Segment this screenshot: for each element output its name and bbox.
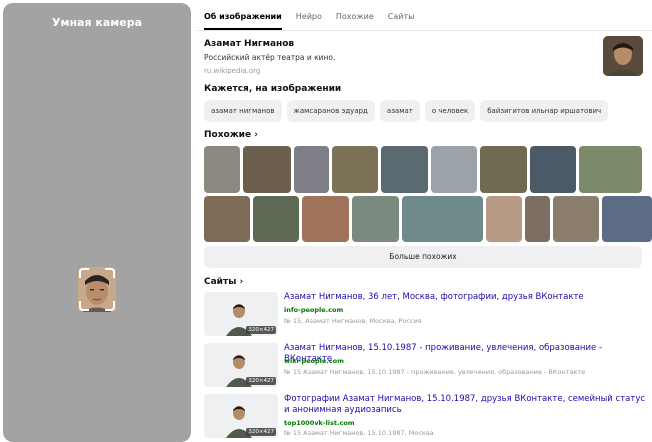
person-name[interactable]: Азамат Нигманов	[204, 39, 294, 49]
results-panel: Об изображении Нейро Похожие Сайты Азама…	[197, 0, 652, 442]
similar-image[interactable]	[352, 196, 399, 242]
site-title-link[interactable]: Фотографии Азамат Нигманов, 15.10.1987, …	[284, 394, 646, 416]
chip[interactable]: азамат	[379, 100, 420, 122]
site-domain[interactable]: top1000vk-list.com	[284, 419, 355, 427]
tab-bar: Об изображении Нейро Похожие Сайты	[204, 0, 414, 30]
app-root: Умная камера Об изображении Нейро Похожи…	[0, 0, 652, 442]
person-chips: азамат нигманов жамсаранов эдуард азамат…	[204, 100, 609, 122]
site-meta: № 15 Азамат Нигманов, 15.10.1987, Москва	[284, 429, 434, 437]
site-title-link[interactable]: Азамат Нигманов, 36 лет, Москва, фотогра…	[284, 292, 646, 303]
tab-neuro[interactable]: Нейро	[296, 0, 322, 30]
focus-corner-icon	[79, 268, 89, 278]
similar-image[interactable]	[525, 196, 550, 242]
similar-image[interactable]	[530, 146, 576, 193]
site-domain[interactable]: wiki-people.com	[284, 357, 344, 365]
person-source[interactable]: ru.wikipedia.org	[204, 67, 260, 75]
similar-image[interactable]	[253, 196, 299, 242]
image-dimensions: 320×427	[246, 326, 276, 334]
tab-divider	[197, 30, 652, 31]
site-thumbnail[interactable]: 320×427	[204, 343, 278, 387]
site-thumbnail[interactable]: 320×427	[204, 292, 278, 336]
sites-heading-label: Сайты	[204, 277, 237, 287]
chip[interactable]: жамсаранов эдуард	[286, 100, 375, 122]
similar-image[interactable]	[332, 146, 378, 193]
similar-image[interactable]	[431, 146, 477, 193]
focus-corner-icon	[79, 301, 89, 311]
image-dimensions: 320×427	[246, 428, 276, 436]
image-dimensions: 320×427	[246, 377, 276, 385]
more-similar-button[interactable]: Больше похожих	[204, 246, 642, 268]
sites-heading[interactable]: Сайты ›	[204, 277, 243, 287]
site-thumbnail[interactable]: 320×427	[204, 394, 278, 438]
similar-image[interactable]	[553, 196, 599, 242]
similar-grid-row	[204, 196, 652, 242]
site-meta: № 15, Азамат Нигманов, Москва, Россия	[284, 317, 422, 325]
camera-panel: Умная камера	[3, 3, 191, 442]
site-meta: № 15 Азамат Нигманов, 15.10.1987 - прожи…	[284, 368, 586, 376]
chip[interactable]: байзигитов ильнар иршатович	[480, 100, 609, 122]
chevron-right-icon: ›	[239, 277, 244, 287]
focus-corner-icon	[105, 301, 115, 311]
site-result[interactable]: 320×427 Азамат Нигманов, 15.10.1987 - пр…	[204, 343, 644, 389]
similar-grid-row	[204, 146, 642, 193]
camera-title: Умная камера	[51, 16, 143, 29]
chevron-right-icon: ›	[254, 130, 258, 140]
similar-heading[interactable]: Похожие ›	[204, 130, 258, 140]
similar-image[interactable]	[302, 196, 349, 242]
tab-about-image[interactable]: Об изображении	[204, 0, 282, 30]
site-domain[interactable]: info-people.com	[284, 306, 343, 314]
in-image-heading: Кажется, на изображении	[204, 84, 342, 94]
person-photo-image	[603, 36, 643, 76]
person-photo[interactable]	[603, 36, 643, 76]
focus-corner-icon	[105, 268, 115, 278]
similar-image[interactable]	[402, 196, 483, 242]
similar-heading-label: Похожие	[204, 130, 252, 140]
site-result[interactable]: 320×427 Азамат Нигманов, 36 лет, Москва,…	[204, 292, 644, 338]
similar-image[interactable]	[480, 146, 527, 193]
similar-image[interactable]	[602, 196, 652, 242]
similar-image[interactable]	[579, 146, 642, 193]
similar-image[interactable]	[204, 146, 240, 193]
similar-image[interactable]	[243, 146, 291, 193]
similar-image[interactable]	[381, 146, 428, 193]
site-result[interactable]: 320×427 Фотографии Азамат Нигманов, 15.1…	[204, 394, 646, 440]
camera-face-thumbnail[interactable]	[78, 267, 116, 312]
tab-sites[interactable]: Сайты	[388, 0, 415, 30]
similar-image[interactable]	[294, 146, 329, 193]
chip[interactable]: азамат нигманов	[204, 100, 282, 122]
person-description: Российский актёр театра и кино.	[204, 53, 336, 62]
chip[interactable]: о человек	[424, 100, 476, 122]
tab-similar[interactable]: Похожие	[336, 0, 374, 30]
similar-image[interactable]	[204, 196, 250, 242]
similar-image[interactable]	[486, 196, 522, 242]
